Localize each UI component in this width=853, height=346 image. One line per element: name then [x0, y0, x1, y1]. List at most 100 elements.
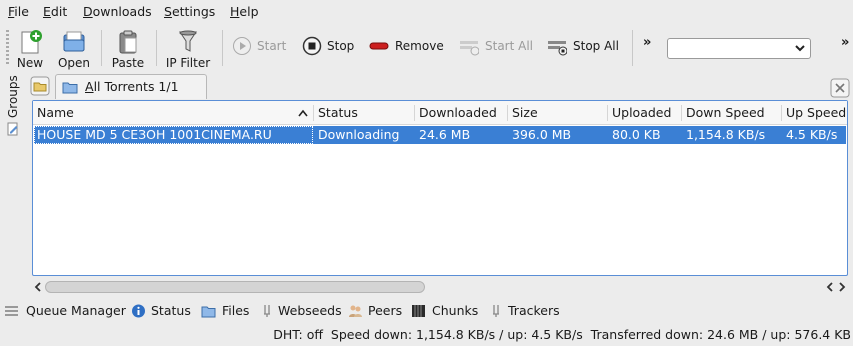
column-header-size[interactable]: Size	[508, 101, 608, 125]
column-size-label: Size	[512, 105, 538, 120]
stop-icon	[302, 36, 322, 56]
tab-files[interactable]: Files	[201, 302, 253, 320]
tab-bar: All Torrents 1/1	[27, 73, 853, 100]
tab-files-label: Files	[222, 303, 250, 318]
column-downloaded-label: Downloaded	[419, 105, 497, 120]
column-down-speed-label: Down Speed	[686, 105, 765, 120]
remove-icon	[369, 42, 389, 50]
scroll-left-icon[interactable]	[825, 281, 835, 293]
new-document-icon	[21, 30, 42, 54]
cell-status: Downloading	[318, 127, 400, 142]
table-header: Name Status Downloaded Size Uploaded Dow…	[33, 101, 847, 125]
start-all-button[interactable]: Start All	[459, 36, 535, 56]
menu-settings-label: Settings	[164, 4, 216, 19]
column-name-label: Name	[37, 105, 74, 120]
menu-downloads[interactable]: Downloads	[83, 3, 152, 20]
tab-all-torrents[interactable]: All Torrents 1/1	[55, 74, 207, 99]
status-text: DHT: off Speed down: 1,154.8 KB/s / up: …	[273, 327, 851, 342]
groups-edit-icon[interactable]	[6, 122, 20, 136]
webseed-icon	[264, 305, 270, 317]
play-icon	[233, 37, 251, 55]
paste-button-label: Paste	[111, 56, 145, 70]
new-tab-icon[interactable]	[30, 76, 50, 96]
paste-button[interactable]: Paste	[110, 26, 146, 70]
column-header-down-speed[interactable]: Down Speed	[682, 101, 782, 125]
column-header-status[interactable]: Status	[314, 101, 414, 125]
column-header-up-speed[interactable]: Up Speed	[782, 101, 847, 125]
overflow-glyph-2: »	[841, 35, 850, 50]
toolbar-separator	[101, 30, 102, 66]
cell-downloaded: 24.6 MB	[419, 127, 471, 142]
folder-icon	[62, 82, 78, 94]
menu-file[interactable]: File	[8, 3, 29, 20]
tab-peers[interactable]: Peers	[348, 302, 404, 320]
overflow-glyph: »	[643, 35, 652, 50]
tab-trackers[interactable]: Trackers	[489, 302, 561, 320]
stop-button[interactable]: Stop	[302, 36, 356, 56]
toolbar-separator	[632, 30, 633, 66]
status-bar: DHT: off Speed down: 1,154.8 KB/s / up: …	[0, 324, 853, 346]
scrollbar-thumb[interactable]	[45, 281, 425, 293]
menu-help[interactable]: Help	[230, 3, 259, 20]
menu-file-label: File	[8, 4, 29, 19]
toolbar-separator	[156, 30, 157, 66]
chevron-down-icon	[795, 45, 805, 52]
menu-downloads-label: Downloads	[83, 4, 152, 19]
open-button-label: Open	[57, 56, 91, 70]
tab-chunks-label: Chunks	[432, 303, 479, 318]
groups-toggle[interactable]: Groups	[4, 74, 22, 120]
column-header-name[interactable]: Name	[33, 101, 313, 125]
tab-webseeds-label: Webseeds	[278, 303, 342, 318]
toolbar-separator	[222, 30, 223, 66]
toolbar-combo-box[interactable]	[667, 38, 811, 59]
tab-all-torrents-label: All Torrents 1/1	[85, 79, 179, 94]
cell-up-speed: 4.5 KB/s	[786, 127, 838, 142]
tab-status-label: Status	[151, 303, 191, 318]
start-all-button-label: Start All	[485, 39, 534, 53]
open-button[interactable]: Open	[56, 26, 92, 70]
toolbar-overflow-button[interactable]: »	[643, 35, 651, 50]
new-button[interactable]: New	[14, 26, 46, 70]
bottom-tab-bar: Queue Manager Status Files Webseeds Peer…	[0, 301, 853, 321]
column-status-label: Status	[318, 105, 358, 120]
scroll-right-icon[interactable]	[837, 281, 847, 293]
tracker-icon	[493, 305, 499, 317]
open-folder-icon	[63, 31, 85, 52]
folder-icon	[201, 306, 216, 318]
ip-filter-button-label: IP Filter	[165, 56, 211, 70]
stop-all-button[interactable]: Stop All	[547, 36, 619, 56]
menu-settings[interactable]: Settings	[164, 3, 215, 20]
tab-status[interactable]: Status	[131, 302, 193, 320]
new-button-label: New	[16, 56, 44, 70]
tab-peers-label: Peers	[368, 303, 403, 318]
menu-edit[interactable]: Edit	[43, 3, 67, 20]
start-all-icon	[460, 41, 479, 56]
toolbar-grip[interactable]	[6, 30, 9, 66]
torrent-table[interactable]: Name Status Downloaded Size Uploaded Dow…	[32, 100, 848, 276]
main-toolbar: New Open Paste IP Filter Start Stop Remo…	[0, 22, 853, 72]
scroll-left-icon[interactable]	[33, 281, 43, 293]
tab-queue-manager[interactable]: Queue Manager	[4, 302, 126, 320]
tab-webseeds[interactable]: Webseeds	[260, 302, 342, 320]
column-header-downloaded[interactable]: Downloaded	[415, 101, 507, 125]
filter-funnel-icon	[179, 30, 197, 52]
paste-clipboard-icon	[119, 30, 137, 54]
close-tab-icon[interactable]	[830, 78, 850, 98]
table-row[interactable]: HOUSE MD 5 СЕЗОН 1001CINEMA.RU Downloadi…	[34, 126, 846, 144]
horizontal-scrollbar[interactable]	[33, 279, 847, 295]
start-button[interactable]: Start	[232, 36, 288, 56]
cell-uploaded: 80.0 KB	[612, 127, 661, 142]
ip-filter-button[interactable]: IP Filter	[164, 26, 212, 70]
toolbar-overflow-button-2[interactable]: »	[841, 35, 849, 50]
tab-chunks[interactable]: Chunks	[411, 302, 479, 320]
tab-trackers-label: Trackers	[508, 303, 560, 318]
tab-queue-manager-label: Queue Manager	[26, 303, 126, 318]
remove-button[interactable]: Remove	[369, 36, 445, 56]
stop-all-icon	[548, 41, 567, 56]
column-header-uploaded[interactable]: Uploaded	[608, 101, 682, 125]
menu-bar: File Edit Downloads Settings Help	[0, 0, 853, 22]
sort-ascending-icon	[298, 109, 308, 117]
groups-label: Groups	[6, 75, 20, 119]
chunks-icon	[412, 305, 425, 317]
info-icon	[132, 304, 145, 318]
